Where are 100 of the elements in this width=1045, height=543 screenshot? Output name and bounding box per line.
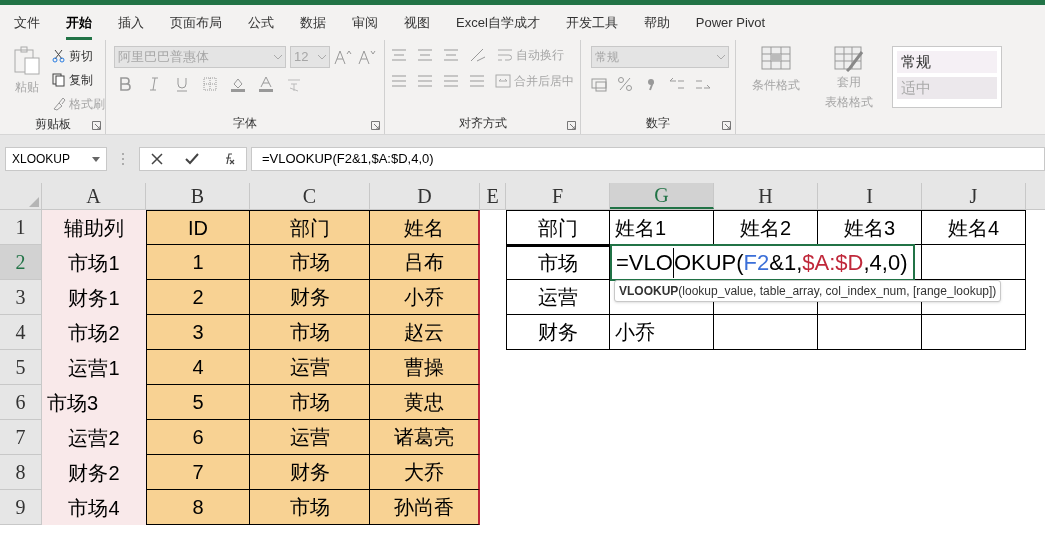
launcher-icon [371,121,380,130]
phonetic-icon[interactable] [286,76,302,92]
table-cell: 诸葛亮 [370,420,480,455]
table-cell: 孙尚香 [370,490,480,525]
grow-font-icon[interactable] [334,49,354,65]
menu-tab[interactable]: 公式 [248,5,274,40]
menu-tab[interactable]: 审阅 [352,5,378,40]
table-cell: 5 [146,385,250,420]
launcher-icon [567,121,576,130]
menu-tab[interactable]: 视图 [404,5,430,40]
table-cell: 姓名3 [818,210,922,245]
column-header[interactable]: B [146,183,250,209]
column-header[interactable]: D [370,183,480,209]
table-cell: 财务 [506,315,610,350]
table-cell: 赵云 [370,315,480,350]
table-cell: 运营 [250,350,370,385]
row-header[interactable]: 7 [0,420,42,455]
dropdown-icon [92,156,100,162]
cancel-icon[interactable] [151,153,163,165]
row-header[interactable]: 8 [0,455,42,490]
shrink-font-icon[interactable] [358,49,378,65]
menu-tab[interactable]: 页面布局 [170,5,222,40]
row-header[interactable]: 5 [0,350,42,385]
formula-bar[interactable]: =VLOOKUP(F2&1,$A:$D,4,0) [251,147,1045,171]
dropdown-icon [274,54,282,60]
select-all-icon[interactable] [29,197,39,207]
table-cell: 运营 [506,280,610,315]
table-cell: 曹操 [370,350,480,385]
copy-icon [52,73,66,87]
currency-icon[interactable] [591,76,607,92]
table-cell: 部门 [506,210,610,245]
table-cell: 市场 [250,385,370,420]
menu-tab[interactable]: 文件 [14,5,40,40]
column-header[interactable]: E [480,183,506,209]
row-header[interactable]: 1 [0,210,42,245]
column-header[interactable]: I [818,183,922,209]
table-cell: 姓名 [370,210,480,245]
orientation-icon[interactable] [469,47,487,63]
increase-decimal-icon[interactable] [669,76,685,92]
table-cell: 姓名4 [922,210,1026,245]
indent-icon[interactable] [469,73,485,89]
row-header[interactable]: 4 [0,315,42,350]
scissors-icon [52,49,66,63]
table-cell: 市场2 [42,315,146,350]
table-cell: 辅助列 [42,210,146,245]
table-cell: 小乔 [370,280,480,315]
cell-editor[interactable]: =VLOOKUP(F2&1,$A:$D,4,0) [610,244,916,281]
top-align-icon[interactable] [391,47,407,63]
table-cell: 1 [146,245,250,280]
table-cell: 市场 [250,245,370,280]
column-header[interactable]: J [922,183,1026,209]
dropdown-icon [318,54,326,60]
column-header[interactable]: A [42,183,146,209]
table-cell: 财务1 [42,280,146,315]
group-label: 字体 [233,115,257,132]
center-align-icon[interactable] [417,73,433,89]
table-cell: 大乔 [370,455,480,490]
style-option[interactable]: 常规 [897,51,997,73]
launcher-icon [92,121,101,130]
right-align-icon[interactable] [443,73,459,89]
column-header[interactable]: G [610,183,714,209]
table-cell: 市场 [250,490,370,525]
menu-tab[interactable]: Excel自学成才 [456,5,540,40]
check-icon[interactable] [185,153,199,165]
menu-tab[interactable]: 开发工具 [565,5,618,40]
bottom-align-icon[interactable] [443,47,459,63]
row-header[interactable]: 3 [0,280,42,315]
menu-tab[interactable]: 帮助 [643,5,670,40]
clipboard-icon [13,46,41,76]
menu-tab[interactable]: 插入 [118,5,144,40]
middle-align-icon[interactable] [417,47,433,63]
bold-icon[interactable] [118,76,134,92]
column-header[interactable]: H [714,183,818,209]
column-header[interactable]: C [250,183,370,209]
wrap-icon [497,47,513,63]
name-box[interactable]: XLOOKUP [5,147,107,171]
table-cell: 黄忠 [370,385,480,420]
ribbon-button[interactable]: 剪切 [52,46,105,66]
row-header[interactable]: 2 [0,245,42,280]
left-align-icon[interactable] [391,73,407,89]
percent-icon[interactable] [617,76,633,92]
border-icon[interactable] [202,76,218,92]
underline-icon[interactable] [174,76,190,92]
table-cell: 6 [146,420,250,455]
more-icon [121,152,125,166]
table-cell: 财务2 [42,455,146,490]
ribbon-button[interactable]: 复制 [52,70,105,90]
table-brush-icon [834,46,864,72]
font-color-icon[interactable] [258,76,274,92]
launcher-icon [722,121,731,130]
style-gallery[interactable]: 常规 适中 [892,46,1002,108]
function-tooltip: VLOOKUP(lookup_value, table_array, col_index_num, [range_lookup]) [614,280,1002,302]
table-cell: 7 [146,455,250,490]
fill-color-icon[interactable] [230,76,246,92]
row-header[interactable]: 6 [0,385,42,420]
row-header[interactable]: 9 [0,490,42,525]
menu-tab[interactable]: Power Pivot [695,5,766,40]
brush-icon [52,97,66,111]
menu-tab[interactable]: 数据 [300,5,326,40]
table-cell: 运营1 [42,350,146,385]
